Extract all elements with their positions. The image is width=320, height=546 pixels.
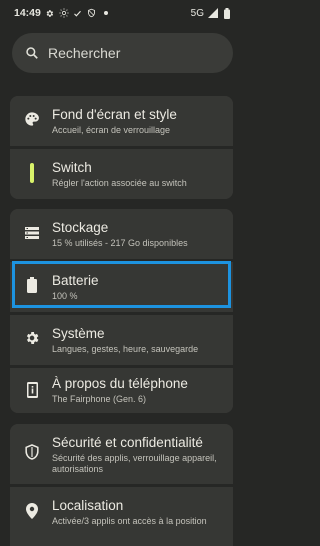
- search-icon: [25, 46, 39, 60]
- settings-item-about-phone[interactable]: À propos du téléphone The Fairphone (Gen…: [10, 368, 233, 413]
- palette-icon: [23, 110, 41, 128]
- settings-item-storage[interactable]: Stockage 15 % utilisés - 217 Go disponib…: [10, 209, 233, 259]
- settings-item-title: Batterie: [52, 273, 99, 288]
- settings-item-subtitle-line2: autorisations: [52, 464, 104, 474]
- settings-item-security[interactable]: Sécurité et confidentialité Sécurité des…: [10, 424, 233, 484]
- switch-icon: [23, 163, 41, 183]
- gear-icon: [23, 329, 41, 347]
- shield-icon: [23, 443, 41, 461]
- settings-item-title: À propos du téléphone: [52, 376, 188, 391]
- storage-icon: [23, 224, 41, 242]
- battery-icon: [222, 7, 232, 19]
- status-time: 14:49: [14, 7, 41, 19]
- search-placeholder: Rechercher: [48, 45, 121, 61]
- gear-icon: [45, 8, 55, 18]
- settings-group-privacy: Sécurité et confidentialité Sécurité des…: [10, 424, 233, 546]
- status-bar: 14:49 5G: [0, 0, 245, 26]
- shield-icon: [87, 8, 97, 18]
- settings-item-system[interactable]: Système Langues, gestes, heure, sauvegar…: [10, 315, 233, 365]
- network-type: 5G: [190, 7, 204, 19]
- settings-group-device: Stockage 15 % utilisés - 217 Go disponib…: [10, 209, 233, 413]
- settings-item-title: Stockage: [52, 220, 109, 235]
- settings-item-subtitle: 100 %: [52, 291, 78, 301]
- settings-item-subtitle: Langues, gestes, heure, sauvegarde: [52, 344, 199, 354]
- settings-item-battery[interactable]: Batterie 100 %: [10, 262, 233, 312]
- settings-group-personalization: Fond d'écran et style Accueil, écran de …: [10, 96, 233, 199]
- settings-item-title: Switch: [52, 160, 92, 175]
- sun-icon: [59, 8, 69, 18]
- settings-item-title: Système: [52, 326, 105, 341]
- check-icon: [73, 8, 83, 18]
- status-left: 14:49: [14, 0, 111, 26]
- location-pin-icon: [23, 502, 41, 520]
- settings-item-title: Sécurité et confidentialité: [52, 435, 203, 450]
- settings-item-subtitle: Activée/3 applis ont accès à la position: [52, 516, 207, 526]
- battery-icon: [23, 276, 41, 294]
- dot-icon: [101, 8, 111, 18]
- settings-item-subtitle: The Fairphone (Gen. 6): [52, 394, 147, 404]
- status-right: 5G: [191, 0, 232, 26]
- signal-icon: [208, 8, 218, 18]
- phone-info-icon: [23, 381, 41, 399]
- search-bar[interactable]: Rechercher: [12, 33, 233, 73]
- settings-item-subtitle: Régler l'action associée au switch: [52, 178, 187, 188]
- settings-item-switch[interactable]: Switch Régler l'action associée au switc…: [10, 149, 233, 199]
- settings-item-title: Localisation: [52, 498, 124, 513]
- settings-item-subtitle: 15 % utilisés - 217 Go disponibles: [52, 238, 188, 248]
- settings-item-wallpaper[interactable]: Fond d'écran et style Accueil, écran de …: [10, 96, 233, 146]
- settings-item-location[interactable]: Localisation Activée/3 applis ont accès …: [10, 487, 233, 546]
- settings-item-subtitle: Accueil, écran de verrouillage: [52, 125, 171, 135]
- settings-item-subtitle-line1: Sécurité des applis, verrouillage appare…: [52, 453, 217, 463]
- settings-item-title: Fond d'écran et style: [52, 107, 177, 122]
